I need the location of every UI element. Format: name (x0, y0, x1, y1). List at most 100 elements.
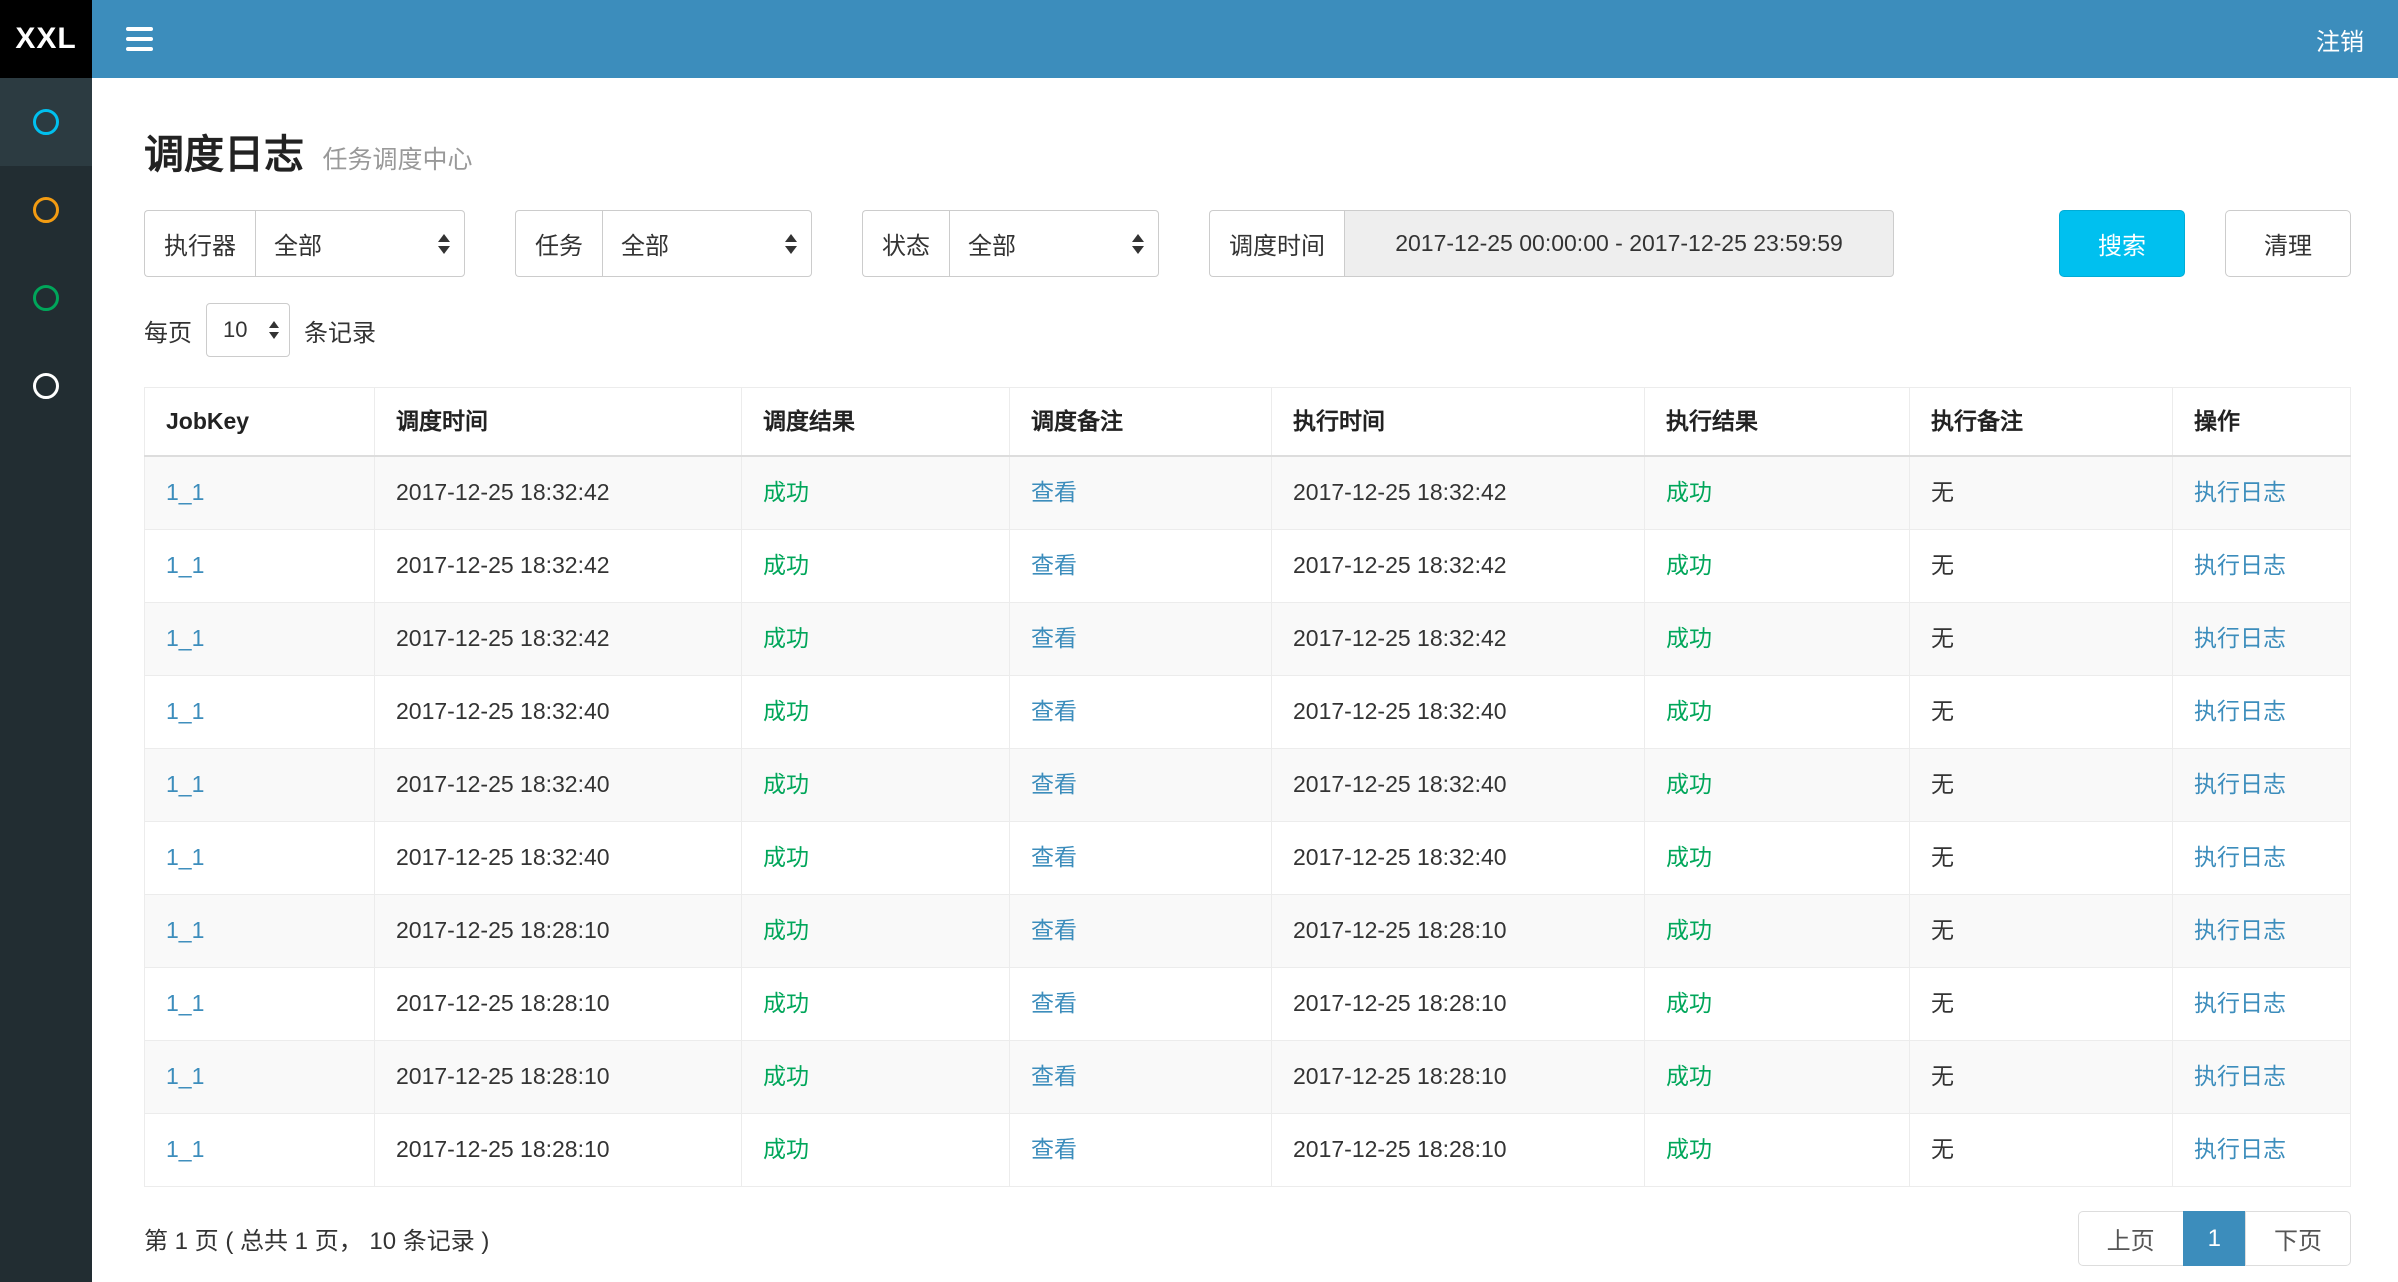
jobkey-link[interactable]: 1_1 (166, 552, 204, 578)
jobkey-link[interactable]: 1_1 (166, 479, 204, 505)
trigger-msg-link[interactable]: 查看 (1031, 1136, 1077, 1162)
handle-result: 成功 (1666, 771, 1712, 797)
executor-select[interactable]: 全部 (255, 210, 465, 277)
table-cell: 成功 (1645, 603, 1910, 676)
sidebar-toggle-button[interactable] (122, 19, 157, 59)
table-cell: 无 (1910, 456, 2173, 530)
jobkey-link[interactable]: 1_1 (166, 1136, 204, 1162)
trigger-msg-link[interactable]: 查看 (1031, 625, 1077, 651)
trigger-time: 2017-12-25 18:28:10 (396, 917, 610, 943)
table-cell: 2017-12-25 18:28:10 (1272, 1114, 1645, 1187)
exec-log-link[interactable]: 执行日志 (2194, 1063, 2286, 1089)
table-cell: 2017-12-25 18:32:40 (375, 676, 742, 749)
handle-msg: 无 (1931, 625, 1954, 651)
handle-result: 成功 (1666, 1063, 1712, 1089)
table-cell: 成功 (742, 530, 1010, 603)
exec-log-link[interactable]: 执行日志 (2194, 625, 2286, 651)
select-arrows-icon (438, 234, 450, 254)
pagination: 上页 1 下页 (2078, 1211, 2351, 1266)
prev-page-button[interactable]: 上页 (2078, 1211, 2184, 1266)
exec-log-link[interactable]: 执行日志 (2194, 698, 2286, 724)
job-select-value: 全部 (621, 226, 669, 261)
handle-result: 成功 (1666, 990, 1712, 1016)
sidebar-item-1[interactable] (0, 78, 92, 166)
status-select[interactable]: 全部 (949, 210, 1159, 277)
jobkey-link[interactable]: 1_1 (166, 771, 204, 797)
table-cell: 执行日志 (2173, 749, 2351, 822)
app-logo[interactable]: XXL (0, 0, 92, 78)
trigger-time: 2017-12-25 18:32:40 (396, 771, 610, 797)
trigger-msg-link[interactable]: 查看 (1031, 552, 1077, 578)
exec-log-link[interactable]: 执行日志 (2194, 1136, 2286, 1162)
jobkey-link[interactable]: 1_1 (166, 1063, 204, 1089)
logout-link[interactable]: 注销 (2316, 22, 2364, 57)
trigger-msg-link[interactable]: 查看 (1031, 844, 1077, 870)
handle-time: 2017-12-25 18:28:10 (1293, 917, 1507, 943)
trigger-msg-link[interactable]: 查看 (1031, 771, 1077, 797)
page-size-select[interactable]: 10 (206, 303, 290, 357)
exec-log-link[interactable]: 执行日志 (2194, 479, 2286, 505)
next-page-button[interactable]: 下页 (2245, 1211, 2351, 1266)
handle-time: 2017-12-25 18:32:40 (1293, 698, 1507, 724)
exec-log-link[interactable]: 执行日志 (2194, 844, 2286, 870)
trigger-msg-link[interactable]: 查看 (1031, 698, 1077, 724)
jobkey-link[interactable]: 1_1 (166, 990, 204, 1016)
table-row: 1_12017-12-25 18:32:42成功查看2017-12-25 18:… (145, 530, 2351, 603)
handle-result: 成功 (1666, 552, 1712, 578)
table-cell: 成功 (1645, 895, 1910, 968)
table-cell: 查看 (1010, 603, 1272, 676)
table-cell: 无 (1910, 676, 2173, 749)
table-cell: 成功 (1645, 676, 1910, 749)
circle-icon (33, 197, 59, 223)
handle-result: 成功 (1666, 625, 1712, 651)
trigger-msg-link[interactable]: 查看 (1031, 1063, 1077, 1089)
table-cell: 成功 (1645, 822, 1910, 895)
jobkey-link[interactable]: 1_1 (166, 698, 204, 724)
top-navbar: XXL 注销 (0, 0, 2398, 78)
sidebar-item-3[interactable] (0, 254, 92, 342)
status-select-value: 全部 (968, 226, 1016, 261)
handle-time: 2017-12-25 18:28:10 (1293, 1136, 1507, 1162)
table-row: 1_12017-12-25 18:28:10成功查看2017-12-25 18:… (145, 1041, 2351, 1114)
trigger-result: 成功 (763, 771, 809, 797)
exec-log-link[interactable]: 执行日志 (2194, 552, 2286, 578)
search-button[interactable]: 搜索 (2059, 210, 2185, 277)
sidebar-item-2[interactable] (0, 166, 92, 254)
jobkey-link[interactable]: 1_1 (166, 844, 204, 870)
clear-button[interactable]: 清理 (2225, 210, 2351, 277)
handle-time: 2017-12-25 18:32:40 (1293, 844, 1507, 870)
jobkey-link[interactable]: 1_1 (166, 625, 204, 651)
current-page-button[interactable]: 1 (2183, 1211, 2246, 1266)
table-cell: 2017-12-25 18:32:42 (1272, 530, 1645, 603)
handle-result: 成功 (1666, 479, 1712, 505)
trigger-result: 成功 (763, 625, 809, 651)
exec-log-link[interactable]: 执行日志 (2194, 917, 2286, 943)
table-cell: 2017-12-25 18:28:10 (1272, 1041, 1645, 1114)
select-arrows-icon (785, 234, 797, 254)
trigger-msg-link[interactable]: 查看 (1031, 990, 1077, 1016)
trigger-msg-link[interactable]: 查看 (1031, 479, 1077, 505)
table-cell: 无 (1910, 749, 2173, 822)
table-cell: 无 (1910, 530, 2173, 603)
job-select[interactable]: 全部 (602, 210, 812, 277)
page-length-control: 每页 10 条记录 (144, 303, 2351, 357)
length-prefix-label: 每页 (144, 313, 192, 348)
jobkey-link[interactable]: 1_1 (166, 917, 204, 943)
trigger-result: 成功 (763, 479, 809, 505)
select-arrows-icon (269, 321, 279, 339)
table-cell: 执行日志 (2173, 1041, 2351, 1114)
trigger-time-filter-label: 调度时间 (1209, 210, 1344, 277)
column-header: 操作 (2173, 388, 2351, 457)
table-row: 1_12017-12-25 18:28:10成功查看2017-12-25 18:… (145, 968, 2351, 1041)
handle-msg: 无 (1931, 917, 1954, 943)
trigger-time: 2017-12-25 18:28:10 (396, 1136, 610, 1162)
table-row: 1_1 2017-12-25 18:28:10 成功 查看 2017-12-25 18:… (145, 895, 2351, 968)
trigger-time-range-input[interactable]: 2017-12-25 00:00:00 - 2017-12-25 23:59:5… (1344, 210, 1894, 277)
sidebar-item-4[interactable] (0, 342, 92, 430)
table-cell: 2017-12-25 18:32:42 (1272, 456, 1645, 530)
log-table-body: 1_12017-12-25 18:32:42成功查看2017-12-25 18:… (145, 456, 2351, 1187)
exec-log-link[interactable]: 执行日志 (2194, 990, 2286, 1016)
table-cell: 1_1 (145, 968, 375, 1041)
exec-log-link[interactable]: 执行日志 (2194, 771, 2286, 797)
trigger-msg-link[interactable]: 查看 (1031, 917, 1077, 943)
